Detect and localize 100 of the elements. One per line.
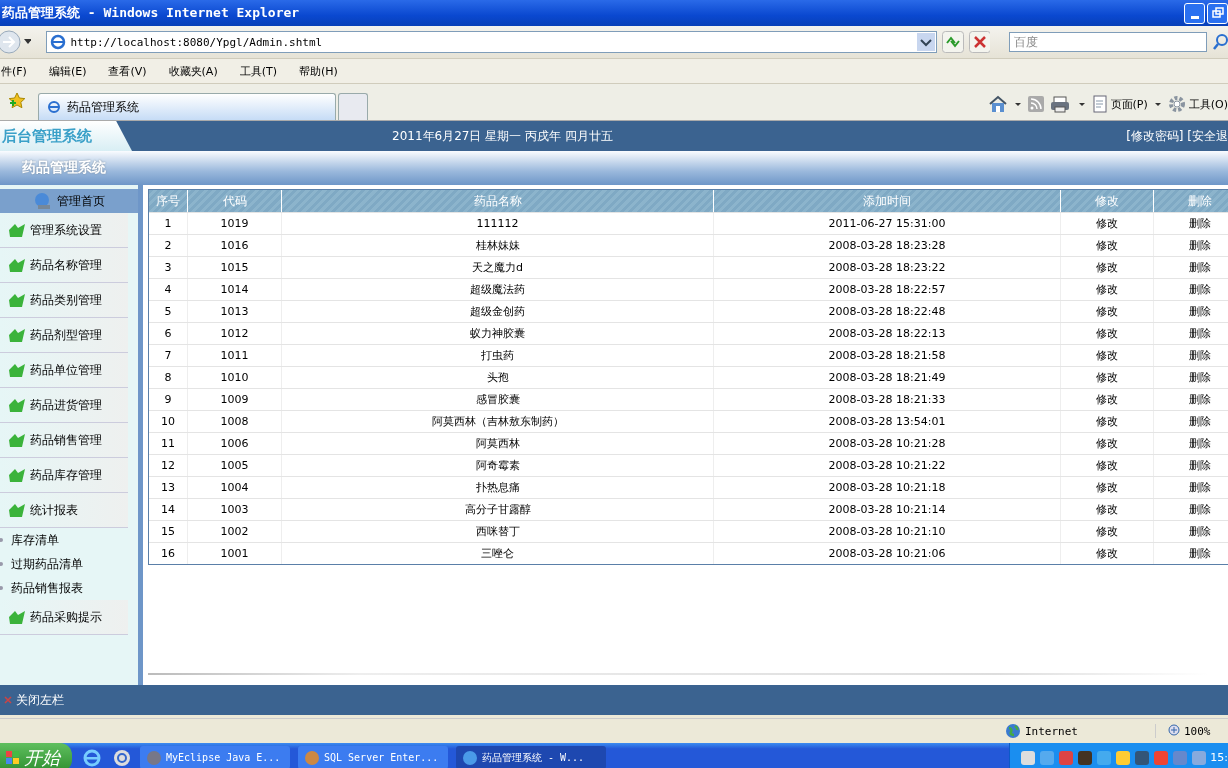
edit-link[interactable]: 修改	[1096, 348, 1118, 363]
printer-icon[interactable]	[1049, 95, 1072, 113]
header-links[interactable]: [修改密码] [安全退	[1126, 127, 1228, 145]
sidebar-item[interactable]: 药品名称管理	[0, 248, 128, 283]
favorites-star-icon[interactable]	[8, 92, 26, 110]
sidebar-item[interactable]: 药品进货管理	[0, 388, 128, 423]
stop-icon[interactable]	[968, 31, 991, 53]
column-header: 修改	[1061, 190, 1154, 212]
menu-item[interactable]: 查看(V)	[107, 63, 148, 79]
edit-link[interactable]: 修改	[1096, 480, 1118, 495]
page-icon	[1091, 95, 1108, 113]
sidebar-item[interactable]: 药品采购提示	[0, 600, 128, 635]
sidebar-subitem[interactable]: 库存清单	[0, 528, 138, 552]
taskbar-button[interactable]: 药品管理系统 - W...	[456, 746, 606, 768]
menu-item[interactable]: 帮助(H)	[298, 63, 339, 79]
edit-link[interactable]: 修改	[1096, 216, 1118, 231]
tools-menu-button[interactable]: 工具(O)	[1167, 95, 1228, 113]
sidebar-item[interactable]: 药品剂型管理	[0, 318, 128, 353]
edit-link[interactable]: 修改	[1096, 392, 1118, 407]
sidebar-item[interactable]: 药品库存管理	[0, 458, 128, 493]
table-cell: 桂林妹妹	[475, 238, 520, 253]
edit-link[interactable]: 修改	[1096, 370, 1118, 385]
page-menu-button[interactable]: 页面(P)	[1091, 95, 1148, 113]
computer-icon	[33, 192, 53, 210]
sidebar-subitem[interactable]: 药品销售报表	[0, 576, 138, 600]
ie-icon[interactable]	[82, 747, 102, 768]
sidebar-item[interactable]: 统计报表	[0, 493, 128, 528]
menu-item[interactable]: 编辑(E)	[47, 63, 88, 79]
table-cell: 2008-03-28 10:21:14	[828, 503, 946, 516]
tray-icon[interactable]	[1020, 749, 1037, 766]
taskbar-button[interactable]: SQL Server Enter...	[298, 746, 448, 768]
taskbar-button[interactable]: MyEclipse Java E...	[140, 746, 290, 768]
delete-link[interactable]: 删除	[1189, 392, 1211, 407]
delete-link[interactable]: 删除	[1189, 502, 1211, 517]
sidebar-subitem[interactable]: 过期药品清单	[0, 552, 138, 576]
home-icon[interactable]	[987, 95, 1008, 113]
browser-tab[interactable]: 药品管理系统	[38, 93, 336, 120]
table-cell: 1014	[220, 283, 249, 296]
edit-link[interactable]: 修改	[1096, 414, 1118, 429]
browser-tab[interactable]	[338, 93, 368, 120]
minimize-button[interactable]	[1184, 2, 1205, 24]
address-field[interactable]: http://localhost:8080/Ypgl/Admin.shtml	[46, 31, 937, 53]
table-cell: 蚁力神胶囊	[470, 326, 525, 341]
table-cell: 1012	[220, 327, 249, 340]
restore-icon	[1211, 7, 1224, 19]
edit-link[interactable]: 修改	[1096, 238, 1118, 253]
table-cell: 12	[161, 459, 175, 472]
table-cell: 9	[164, 393, 172, 406]
delete-link[interactable]: 删除	[1189, 414, 1211, 429]
edit-link[interactable]: 修改	[1096, 436, 1118, 451]
edit-link[interactable]: 修改	[1096, 282, 1118, 297]
table-cell: 1010	[220, 371, 249, 384]
table-cell: 2008-03-28 18:21:33	[828, 393, 946, 406]
edit-link[interactable]: 修改	[1096, 260, 1118, 275]
delete-link[interactable]: 删除	[1189, 458, 1211, 473]
column-header: 序号	[149, 190, 188, 212]
sidebar-item[interactable]: 管理系统设置	[0, 213, 128, 248]
edit-link[interactable]: 修改	[1096, 502, 1118, 517]
delete-link[interactable]: 删除	[1189, 370, 1211, 385]
menu-item[interactable]: 件(F)	[0, 63, 28, 79]
delete-link[interactable]: 删除	[1189, 436, 1211, 451]
edit-link[interactable]: 修改	[1096, 326, 1118, 341]
zoom-level[interactable]: 100%	[1155, 724, 1211, 738]
edit-link[interactable]: 修改	[1096, 458, 1118, 473]
logo-text: 后台管理系统	[0, 121, 132, 151]
back-forward-icon[interactable]	[0, 29, 32, 55]
browser-icon[interactable]	[112, 747, 132, 768]
table-cell: 2008-03-28 10:21:22	[828, 459, 946, 472]
delete-link[interactable]: 删除	[1189, 304, 1211, 319]
sidebar-item[interactable]: 药品销售管理	[0, 423, 128, 458]
table-cell: 2008-03-28 10:21:28	[828, 437, 946, 450]
refresh-icon[interactable]	[941, 31, 964, 53]
delete-link[interactable]: 删除	[1189, 524, 1211, 539]
edit-link[interactable]: 修改	[1096, 304, 1118, 319]
tray-icon[interactable]	[1134, 749, 1151, 766]
table-cell: 6	[164, 327, 172, 340]
edit-link[interactable]: 修改	[1096, 546, 1118, 561]
close-sidebar-link[interactable]: 关闭左栏	[0, 691, 64, 709]
delete-link[interactable]: 删除	[1189, 348, 1211, 363]
delete-link[interactable]: 删除	[1189, 216, 1211, 231]
delete-link[interactable]: 删除	[1189, 282, 1211, 297]
dropdown-icon[interactable]	[916, 33, 935, 51]
delete-link[interactable]: 删除	[1189, 480, 1211, 495]
table-cell: 16	[161, 547, 175, 560]
edit-link[interactable]: 修改	[1096, 524, 1118, 539]
sidebar-item[interactable]: 药品类别管理	[0, 283, 128, 318]
delete-link[interactable]: 删除	[1189, 238, 1211, 253]
menu-item[interactable]: 工具(T)	[238, 63, 278, 79]
search-field[interactable]: 百度	[1009, 32, 1208, 52]
tray-icon[interactable]	[1077, 749, 1094, 766]
table-cell: 1008	[220, 415, 249, 428]
tray-icon[interactable]	[1115, 749, 1132, 766]
delete-link[interactable]: 删除	[1189, 326, 1211, 341]
delete-link[interactable]: 删除	[1189, 546, 1211, 561]
table-cell: 1009	[220, 393, 249, 406]
menu-item[interactable]: 收藏夹(A)	[167, 63, 219, 79]
feed-icon[interactable]	[1027, 96, 1044, 112]
delete-link[interactable]: 删除	[1189, 260, 1211, 275]
restore-button[interactable]	[1207, 2, 1228, 24]
sidebar-item[interactable]: 药品单位管理	[0, 353, 128, 388]
